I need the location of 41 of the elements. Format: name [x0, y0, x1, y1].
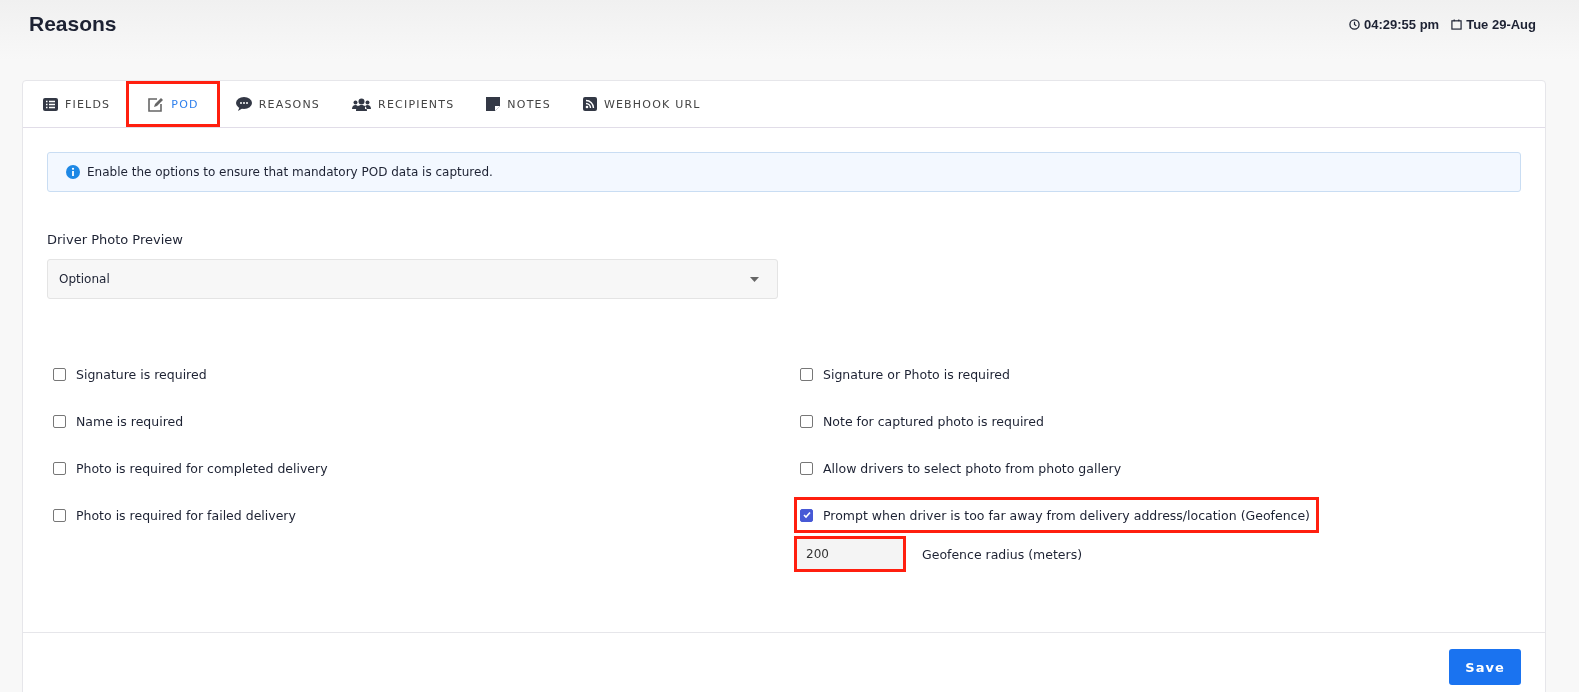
checkbox[interactable]	[53, 367, 66, 381]
field-label: Driver Photo Preview	[47, 232, 184, 247]
rss-icon	[582, 97, 597, 111]
checkbox[interactable]	[53, 508, 66, 522]
checkbox[interactable]	[53, 461, 66, 475]
checkbox[interactable]	[800, 508, 813, 522]
tab[interactable]: REASONS	[219, 81, 337, 127]
photo-preview-select[interactable]: Optional	[47, 259, 778, 299]
checkbox[interactable]	[53, 414, 66, 428]
info-icon	[66, 165, 80, 179]
info-text: Enable the options to ensure that mandatory POD data is captured.	[87, 165, 493, 179]
clock-time: 04:29:55 pm	[1364, 16, 1440, 32]
page-title: Reasons	[29, 12, 117, 36]
clock-date: Tue 29-Aug	[1466, 16, 1536, 32]
tab[interactable]: FIELDS	[27, 81, 127, 127]
option-label: Note for captured photo is required	[823, 413, 1044, 429]
checkbox[interactable]	[800, 367, 813, 381]
tab[interactable]: WEBHOOK URL	[566, 81, 717, 127]
option-label: Signature or Photo is required	[823, 366, 1010, 382]
edit-icon	[147, 96, 165, 112]
geofence-radius-input[interactable]: 200	[794, 536, 906, 572]
checkbox[interactable]	[800, 461, 813, 475]
calendar-icon	[1451, 18, 1463, 30]
chat-icon	[235, 97, 252, 111]
save-button[interactable]: Save	[1449, 649, 1521, 685]
option-label: Photo is required for completed delivery	[76, 460, 328, 476]
note-icon	[486, 97, 501, 111]
list-icon	[43, 97, 58, 111]
option-label: Allow drivers to select photo from photo gallery	[823, 460, 1122, 476]
tab[interactable]: POD	[126, 81, 220, 127]
option-label: Prompt when driver is too far away from delivery address/location (Geofence)	[823, 507, 1310, 523]
clock-icon	[1349, 18, 1360, 30]
users-icon	[352, 97, 372, 111]
checkbox[interactable]	[800, 414, 813, 428]
tab[interactable]: NOTES	[470, 81, 567, 127]
option-label: Signature is required	[76, 366, 207, 382]
caret-icon	[750, 276, 759, 282]
option-label: Name is required	[76, 413, 184, 429]
option-label: Photo is required for failed delivery	[76, 507, 296, 523]
field-label: Geofence radius (meters)	[922, 546, 1083, 562]
tab[interactable]: RECIPIENTS	[336, 81, 471, 127]
